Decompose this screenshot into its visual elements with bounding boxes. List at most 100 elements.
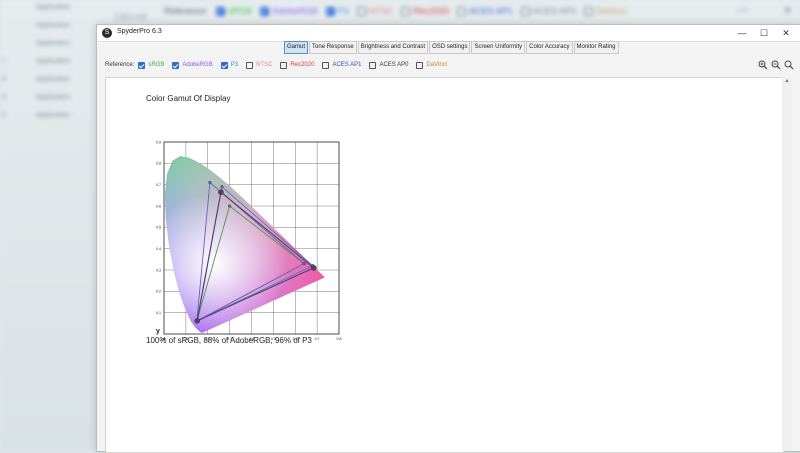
checkbox[interactable] [172,61,180,69]
gamut-panel: Color Gamut Of Display 0.1 0.2 0.3 0.4 0… [105,77,784,453]
background-file-list: Application Application Application 7 Applic… [0,0,96,450]
tab-tone-response[interactable]: Tone Response [309,41,357,54]
background-reference-text: NTSC [368,6,394,16]
gamut-point-series-3 [194,317,201,324]
vertical-scrollbar[interactable]: ▲ [782,77,792,451]
background-reference-item: sRGB [216,6,253,17]
background-row-app: Application [36,112,71,119]
zoom-in-icon[interactable] [758,60,768,70]
background-row-app: Application [36,22,71,29]
reference-aces-ap1-toggle[interactable]: ACES AP1 [322,61,362,69]
background-file-size: 2,951 KB [114,13,147,22]
tab-screen-uniformity[interactable]: Screen Uniformity [471,41,526,54]
background-reference-item: DaVinci [584,6,628,17]
background-list-row: 4 Application [0,94,96,108]
background-checkbox [520,7,530,17]
tab-gamut[interactable]: Gamut [284,41,309,54]
background-reference-label: Reference: [164,6,209,17]
background-reference-item: ACES AP0 [520,6,577,17]
background-reference-text: ACES AP0 [532,6,577,16]
checkbox[interactable] [369,61,377,69]
reference-bar: Reference: sRGB AdobeRGB P3 NTSC Rec2020 ACES… [105,60,455,70]
checkbox[interactable] [220,61,228,69]
scroll-up-arrow-icon[interactable]: ▲ [782,77,792,86]
background-list-row: 6 Application [0,76,96,90]
gamut-point-series-3 [310,265,317,271]
cie-gamut-chart: 0.1 0.2 0.3 0.4 0.5 0.6 0.7 0.80.10.20.30.40.50… [156,140,342,340]
y-tick-label: 0.3 [156,268,161,272]
gamut-point-series-1 [208,180,212,185]
background-close-icon: ✕ [783,5,793,17]
background-list-row: Application [0,22,96,36]
y-tick-label: 0.5 [156,226,161,230]
tab-brightness-and-contrast[interactable]: Brightness and Contrast [357,41,429,54]
background-reference-text: AdobeRGB [272,6,318,16]
background-checkbox [216,7,226,17]
close-button[interactable]: ✕ [775,26,797,40]
y-tick-label: 0.8 [156,162,161,166]
checkbox[interactable] [246,61,254,69]
background-reference-text: Rec2020 [413,6,450,16]
tab-color-accuracy[interactable]: Color Accuracy [526,41,573,54]
x-tick-label: 0.8 [337,337,342,340]
background-checkbox [457,7,467,17]
reference-ntsc-toggle[interactable]: NTSC [246,61,273,69]
reference-label-text: NTSC [256,62,273,68]
background-checkbox [260,7,270,17]
zoom-reset-icon[interactable] [784,60,794,70]
reference-p3-toggle[interactable]: P3 [220,61,239,69]
report-tabs: Gamut Tone Response Brightness and Contras… [284,41,620,54]
background-reference-text: DaVinci [596,6,628,16]
maximize-button[interactable]: ☐ [753,26,775,40]
window-title: SpyderPro 6.3 [117,28,162,35]
zoom-out-icon[interactable] [771,60,781,70]
background-checkbox [356,7,366,17]
background-reference-item: P3 [325,6,349,17]
background-row-number: 5 [2,112,6,119]
reference-adobergb-toggle[interactable]: AdobeRGB [172,61,213,69]
spyder-app-icon: S [102,28,112,38]
background-reference-item: NTSC [356,6,394,17]
background-checkbox [325,7,335,17]
background-reference-item: Rec2020 [401,6,450,17]
reference-label-text: Rec2020 [290,62,315,68]
checkbox[interactable] [280,61,288,69]
reference-aces-ap0-toggle[interactable]: ACES AP0 [369,61,409,69]
background-minimize-icon: — [738,4,749,16]
spyderpro-window: S SpyderPro 6.3 — ☐ ✕ Gamut Tone Response… [96,24,800,453]
tab-monitor-rating[interactable]: Monitor Rating [573,41,619,54]
background-reference-text: sRGB [228,6,253,16]
background-row-number: 7 [2,58,6,65]
y-tick-label: 0.1 [156,311,161,315]
reference-srgb-toggle[interactable]: sRGB [138,61,164,69]
background-reference-bar: Reference: sRGB AdobeRGB P3 NTSC Rec2020 ACES… [164,6,628,17]
background-row-app: Application [36,94,71,101]
background-row-app: Application [36,58,71,65]
background-row-app: Application [36,76,71,83]
y-tick-label: 0.2 [156,290,161,294]
checkbox[interactable] [138,61,146,69]
gamut-point-series-3 [218,189,224,195]
reference-rec2020-toggle[interactable]: Rec2020 [280,61,315,69]
tab-osd-settings[interactable]: OSD settings [429,41,471,54]
background-checkbox [584,7,594,17]
reference-label-text: ACES AP1 [332,62,362,68]
background-reference-item: AdobeRGB [260,6,318,17]
checkbox[interactable] [322,61,330,69]
reference-label-text: P3 [230,62,239,68]
reference-label-text: AdobeRGB [182,62,213,68]
background-row-number: 6 [2,76,6,83]
reference-label-text: ACES AP0 [379,62,409,68]
minimize-button[interactable]: — [731,26,753,40]
checkbox[interactable] [416,61,424,69]
background-list-row: Application [0,4,96,18]
background-list-row: 7 Application [0,58,96,72]
gamut-point-series-2 [220,185,224,189]
background-checkbox [401,7,411,17]
background-list-row: Application [0,40,96,54]
y-axis-label: y [156,328,160,335]
y-tick-label: 0.9 [156,140,161,144]
reference-davinci-toggle[interactable]: DaVinci [416,61,447,69]
x-tick-label: 0.7 [315,337,320,340]
title-bar[interactable]: S SpyderPro 6.3 — ☐ ✕ [97,25,800,42]
